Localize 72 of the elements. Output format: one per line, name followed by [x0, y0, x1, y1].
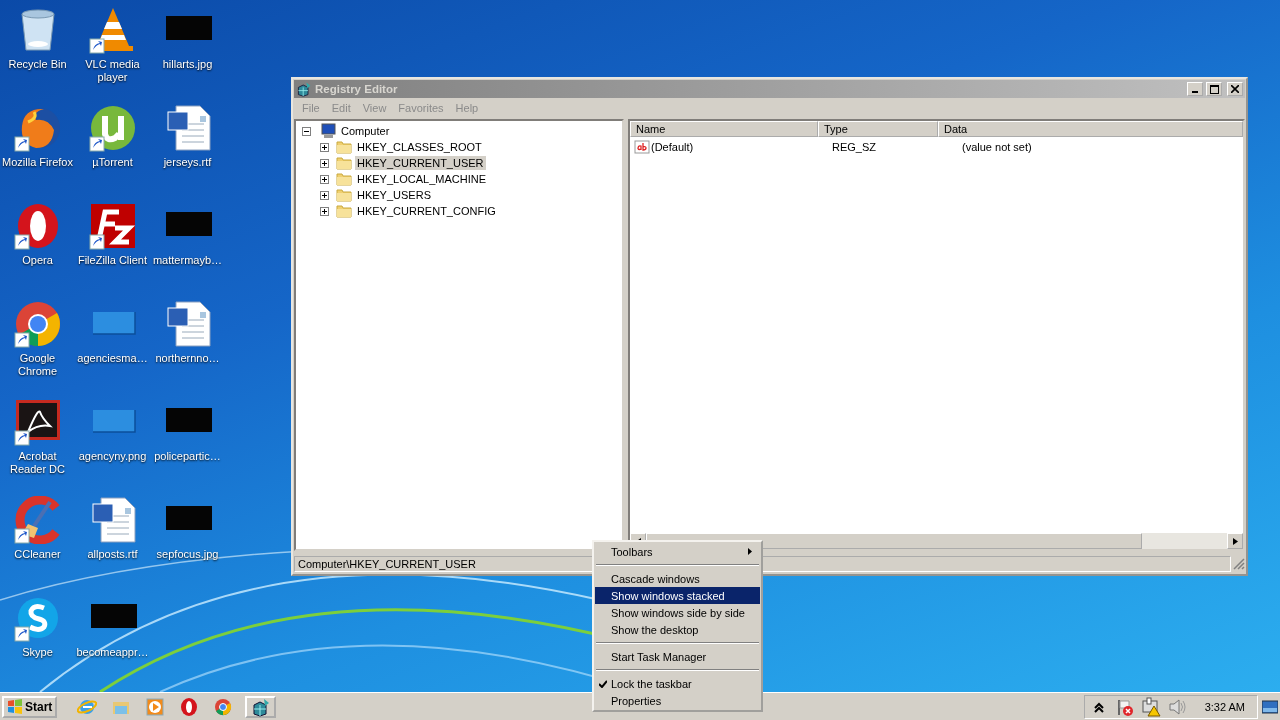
minimize-button[interactable]: [1187, 82, 1203, 96]
right-arrow-icon: [1232, 537, 1238, 545]
window-title: Registry Editor: [315, 83, 399, 95]
tree-item[interactable]: HKEY_CURRENT_USER: [355, 156, 486, 170]
ring-logo-icon[interactable]: [213, 696, 234, 717]
menu-item[interactable]: Show windows stacked: [595, 587, 760, 604]
desktop-icon[interactable]: hillarts.jpg: [150, 6, 225, 104]
desktop-icon[interactable]: allposts.rtf: [75, 496, 150, 594]
desktop-icon[interactable]: CCleaner: [0, 496, 75, 594]
desktop-icon[interactable]: jerseys.rtf: [150, 104, 225, 202]
tree-item[interactable]: Computer: [339, 124, 392, 138]
expand-box[interactable]: [320, 174, 329, 184]
menu-item[interactable]: Properties: [595, 692, 760, 709]
tree-item[interactable]: HKEY_USERS: [355, 188, 433, 202]
folder-icon: [336, 171, 352, 187]
desktop-icon[interactable]: VLC media player: [75, 6, 150, 104]
show-desktop-icon[interactable]: [1262, 699, 1278, 714]
desktop-icon[interactable]: Opera: [0, 202, 75, 300]
menu-item[interactable]: Show the desktop: [595, 621, 760, 638]
column-header[interactable]: Name: [630, 121, 818, 137]
column-header[interactable]: Data: [938, 121, 1243, 137]
table-cell: (Default): [651, 141, 694, 153]
menu-item[interactable]: Cascade windows: [595, 570, 760, 587]
registry-cubes-icon[interactable]: [250, 696, 271, 717]
network-warning-icon[interactable]: [1140, 696, 1161, 717]
desktop-icon[interactable]: Skype: [0, 594, 75, 692]
desktop-icon[interactable]: policepartic…: [150, 398, 225, 496]
expand-box[interactable]: [320, 142, 329, 152]
desktop-icon[interactable]: northernno…: [150, 300, 225, 398]
table-cell-text: (value not set): [961, 141, 1033, 153]
computer-icon: [318, 123, 336, 139]
menu-item[interactable]: Lock the taskbar: [595, 675, 760, 692]
submenu-arrow-icon: [748, 548, 752, 555]
windows-flag-icon: [7, 698, 23, 715]
tree-item[interactable]: HKEY_CURRENT_CONFIG: [355, 204, 498, 218]
menu-item[interactable]: Show windows side by side: [595, 604, 760, 621]
expand-box[interactable]: [320, 206, 329, 216]
desktop-icon[interactable]: Mozilla Firefox: [0, 104, 75, 202]
collapse-box[interactable]: [302, 126, 311, 136]
close-icon: [1231, 85, 1239, 93]
start-button[interactable]: Start: [2, 695, 58, 718]
registry-cubes-icon: [296, 81, 312, 97]
column-header[interactable]: Type: [818, 121, 938, 137]
menu-item[interactable]: Start Task Manager: [595, 648, 760, 665]
folder-icon: [336, 203, 352, 219]
tree-item[interactable]: HKEY_CLASSES_ROOT: [355, 140, 484, 154]
clock[interactable]: 3:32 AM: [1204, 700, 1245, 713]
check-icon: [599, 679, 607, 688]
desktop-icon[interactable]: Recycle Bin: [0, 6, 75, 104]
desktop-icon[interactable]: µTorrent: [75, 104, 150, 202]
desktop-icon[interactable]: Acrobat Reader DC: [0, 398, 75, 496]
ring-logo-icon[interactable]: [179, 696, 200, 717]
string-value-icon: [634, 140, 650, 154]
expand-box[interactable]: [320, 158, 329, 168]
maximize-icon: [1209, 84, 1219, 94]
tree-item[interactable]: HKEY_LOCAL_MACHINE: [355, 172, 488, 186]
desktop-icon[interactable]: agencyny.png: [75, 398, 150, 496]
taskbar-button[interactable]: [245, 695, 277, 718]
play-icon[interactable]: [145, 696, 166, 717]
folder-icon: [336, 155, 352, 171]
desktop-icon[interactable]: mattermayb…: [150, 202, 225, 300]
close-button[interactable]: [1227, 82, 1243, 96]
desktop-icon[interactable]: Google Chrome: [0, 300, 75, 398]
desktop-icon[interactable]: sepfocus.jpg: [150, 496, 225, 594]
expand-box[interactable]: [320, 190, 329, 200]
desktop-icon[interactable]: FileZilla Client: [75, 202, 150, 300]
folder-icon: [336, 139, 352, 155]
folder-icon: [336, 187, 352, 203]
table-cell-text: REG_SZ: [831, 141, 877, 153]
desktop-icon[interactable]: agenciesma…: [75, 300, 150, 398]
maximize-button[interactable]: [1206, 82, 1222, 96]
resize-grip-icon[interactable]: [1233, 557, 1245, 570]
